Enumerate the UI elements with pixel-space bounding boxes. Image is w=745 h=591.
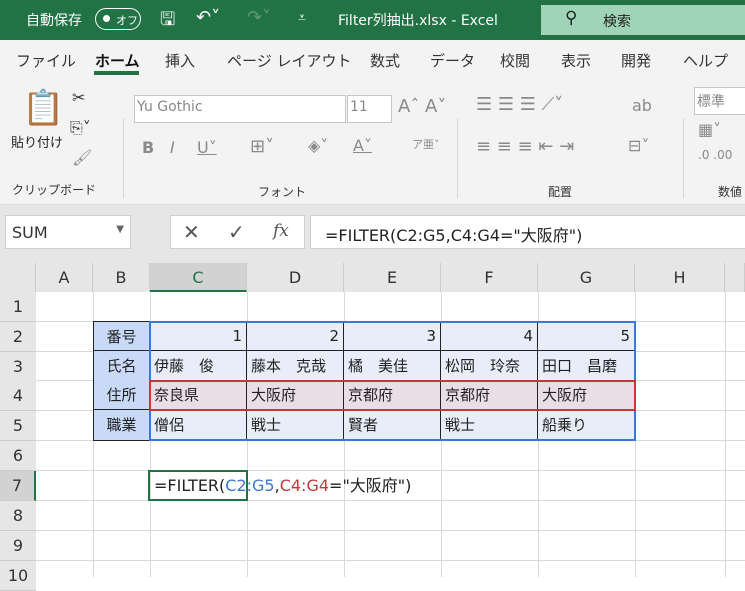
customize-qat-icon[interactable]: ⩡ [298,10,306,26]
chevron-down-icon[interactable]: ▼ [116,224,124,235]
group-alignment: 配置 [548,185,573,199]
align-top-icon[interactable]: ☰ ☰ ☰ ⟋˅ [476,94,563,115]
row-header-6[interactable]: 6 [0,441,36,471]
tab-view[interactable]: 表示 [561,50,591,71]
range-highlight-c4-g4 [149,380,636,411]
divider [683,118,684,198]
tab-formulas[interactable]: 数式 [370,50,400,71]
tab-insert[interactable]: 挿入 [165,50,195,71]
tab-developer[interactable]: 開発 [621,50,651,71]
row-header-1[interactable]: 1 [0,292,36,322]
row-header-3[interactable]: 3 [0,352,36,382]
header-cell[interactable]: 氏名 [93,351,150,381]
fill-color-icon[interactable]: ◈˅ [308,136,328,155]
col-header-d[interactable]: D [247,263,344,292]
header-cell[interactable]: 職業 [93,410,150,441]
font-name-select[interactable]: Yu Gothic [134,95,346,123]
cancel-icon[interactable]: ✕ [183,220,200,244]
row-header-7[interactable]: 7 [0,471,36,501]
col-header-i[interactable] [725,263,745,292]
accounting-icon[interactable]: ▦˅ [698,120,721,139]
search-label: 検索 [603,14,631,30]
col-header-g[interactable]: G [538,263,635,292]
bold-icon[interactable]: B [142,138,154,157]
col-header-c[interactable]: C [150,263,247,292]
divider [123,118,124,198]
row-header-4[interactable]: 4 [0,381,36,411]
col-header-f[interactable]: F [441,263,538,292]
tab-page-layout[interactable]: ページ レイアウト [227,50,351,71]
cell-edit-formula[interactable]: =FILTER(C2:G5,C4:G4="大阪府") [154,470,411,501]
font-size-select[interactable]: 11 [347,95,392,123]
toggle-label: オフ [116,14,138,27]
group-number: 数値 [718,185,743,199]
phonetic-icon[interactable]: ア亜˅ [412,136,440,152]
name-box-value: SUM [12,223,48,242]
autosave-label: 自動保存 [26,13,82,29]
group-clipboard: クリップボード [12,183,97,197]
underline-icon[interactable]: U˅ [197,138,217,157]
ribbon-tabs: ファイル ホーム 挿入 ページ レイアウト 数式 データ 校閲 表示 開発 ヘル… [0,40,745,80]
name-box[interactable]: SUM ▼ [5,215,131,249]
tab-review[interactable]: 校閲 [500,50,530,71]
paste-button[interactable]: 貼り付け [11,132,63,151]
redo-icon[interactable]: ↷˅ [247,7,271,28]
number-format-select[interactable]: 標準 [694,87,745,115]
wrap-text-icon[interactable]: ab [632,96,652,115]
search-icon: ⚲ [565,8,578,28]
tab-help[interactable]: ヘルプ [683,50,728,71]
search-box[interactable]: ⚲ 検索 [541,5,745,35]
tab-data[interactable]: データ [430,50,475,71]
header-cell[interactable]: 番号 [93,321,150,351]
row-header-8[interactable]: 8 [0,501,36,531]
col-header-h[interactable]: H [635,263,725,292]
italic-icon[interactable]: I [170,138,175,157]
col-header-e[interactable]: E [344,263,441,292]
col-header-a[interactable]: A [36,263,93,292]
group-font: フォント [258,185,307,199]
row-header-2[interactable]: 2 [0,322,36,352]
grow-font-icon[interactable]: Aˆ A˅ [398,96,446,117]
window-title: Filter列抽出.xlsx - Excel [338,13,498,29]
autosave-toggle[interactable]: オフ [95,8,141,30]
active-tab-underline [94,71,139,75]
align-left-icon[interactable]: ≡ ≡ ≡ ⇤ ⇥ [476,136,574,157]
borders-icon[interactable]: ⊞˅ [250,136,274,157]
row-header-5[interactable]: 5 [0,411,36,441]
divider [457,118,458,198]
row-header-9[interactable]: 9 [0,531,36,561]
merge-center-icon[interactable]: ⊟˅ [628,136,649,155]
col-header-b[interactable]: B [93,263,150,292]
paste-icon[interactable]: 📋 [22,88,64,128]
undo-icon[interactable]: ↶˅ [196,7,220,28]
header-cell[interactable]: 住所 [93,380,150,410]
title-bar: 自動保存 オフ 🖫 ↶˅ ↷˅ ⩡ Filter列抽出.xlsx - Excel… [0,0,745,40]
formula-input[interactable]: =FILTER(C2:G5,C4:G4="大阪府") [310,215,745,249]
row-header-10[interactable]: 10 [0,561,36,591]
format-painter-icon[interactable]: 🖌 [72,148,92,167]
copy-icon[interactable]: ⎘˅ [70,118,91,138]
enter-icon[interactable]: ✓ [228,220,245,244]
tab-home[interactable]: ホーム [95,50,140,71]
decimal-icon[interactable]: .0 .00 [698,148,732,162]
font-color-icon[interactable]: A˅ [353,136,372,155]
formula-buttons: ✕ ✓ fx [170,215,305,249]
insert-function-icon[interactable]: fx [273,221,289,241]
cut-icon[interactable]: ✂ [72,88,85,107]
select-all-button[interactable] [0,263,36,292]
save-icon[interactable]: 🖫 [160,7,175,37]
tab-file[interactable]: ファイル [16,50,76,71]
